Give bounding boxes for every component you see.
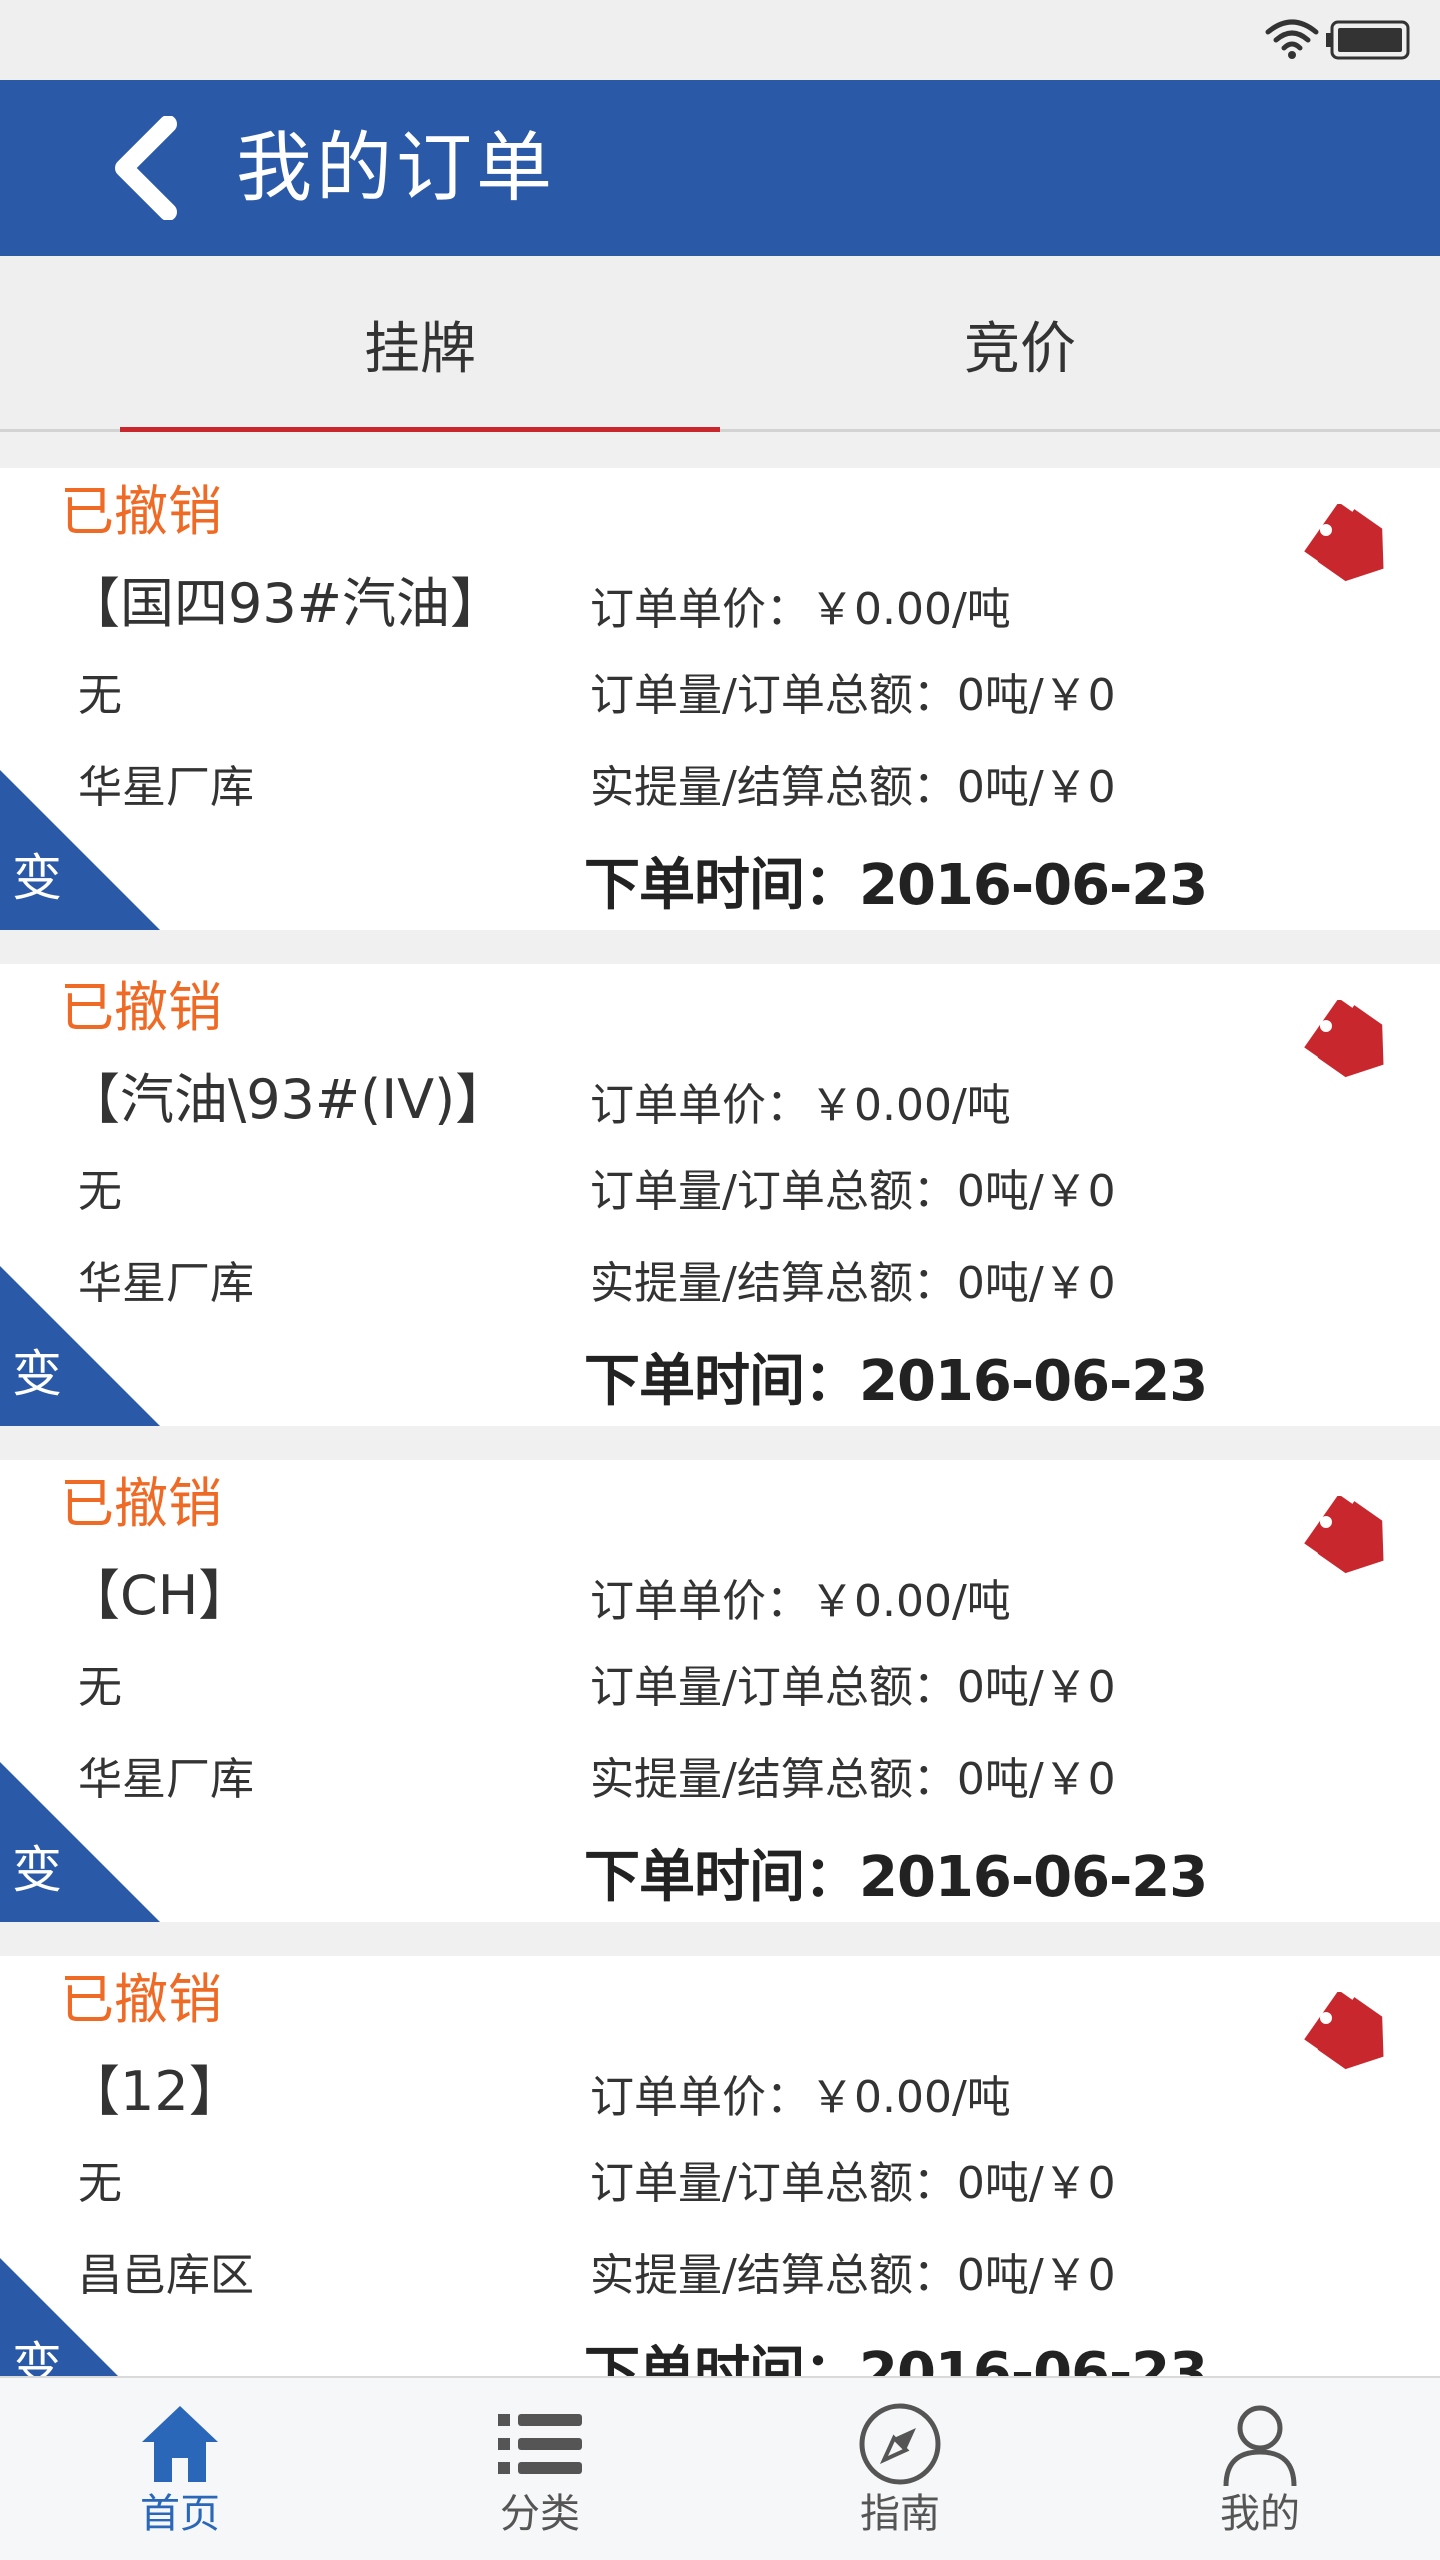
order-card[interactable]: 已撤销 【12】 订单单价：￥0.00/吨 无 订单量/订单总额：0吨/￥0 昌… <box>0 1956 1440 2418</box>
compass-icon <box>859 2403 941 2485</box>
order-note: 无 <box>78 1662 122 1713</box>
unit-price: 订单单价：￥0.00/吨 <box>590 1576 1011 1627</box>
status-bar <box>0 0 1440 80</box>
settlement-amount: 实提量/结算总额：0吨/￥0 <box>590 2250 1116 2301</box>
change-label: 变 <box>12 1345 62 1403</box>
unit-price: 订单单价：￥0.00/吨 <box>590 2072 1011 2123</box>
nav-category[interactable]: 分类 <box>360 2378 720 2560</box>
tag-icon <box>1304 1496 1384 1574</box>
bottom-nav: 首页 分类 指南 我的 <box>0 2376 1440 2560</box>
tag-icon <box>1304 1000 1384 1078</box>
order-status: 已撤销 <box>60 480 222 543</box>
order-card[interactable]: 已撤销 【汽油\93#(IV)】 订单单价：￥0.00/吨 无 订单量/订单总额… <box>0 964 1440 1426</box>
tag-icon <box>1304 1992 1384 2070</box>
order-card[interactable]: 已撤销 【国四93#汽油】 订单单价：￥0.00/吨 无 订单量/订单总额：0吨… <box>0 468 1440 930</box>
unit-price: 订单单价：￥0.00/吨 <box>590 584 1011 635</box>
order-status: 已撤销 <box>60 976 222 1039</box>
user-icon <box>1223 2405 1297 2487</box>
battery-icon <box>1326 20 1410 60</box>
order-status: 已撤销 <box>60 1472 222 1535</box>
order-amount: 订单量/订单总额：0吨/￥0 <box>590 2158 1116 2209</box>
order-amount: 订单量/订单总额：0吨/￥0 <box>590 670 1116 721</box>
product-name: 【国四93#汽油】 <box>66 572 504 635</box>
nav-home[interactable]: 首页 <box>0 2378 360 2560</box>
wifi-icon <box>1265 19 1319 59</box>
order-note: 无 <box>78 2158 122 2209</box>
order-status: 已撤销 <box>60 1968 222 2031</box>
order-card[interactable]: 已撤销 【CH】 订单单价：￥0.00/吨 无 订单量/订单总额：0吨/￥0 华… <box>0 1460 1440 1922</box>
page-title: 我的订单 <box>236 123 556 212</box>
change-label: 变 <box>12 1841 62 1899</box>
change-label: 变 <box>12 849 62 907</box>
product-name: 【汽油\93#(IV)】 <box>66 1068 510 1131</box>
order-time: 下单时间：2016-06-23 14:07:13 <box>584 1845 1208 1922</box>
order-time: 下单时间：2016-06-23 14:54:08 <box>584 853 1208 930</box>
product-name: 【CH】 <box>66 1564 253 1627</box>
tab-bidding[interactable]: 竞价 <box>720 256 1320 432</box>
back-icon[interactable] <box>100 116 200 220</box>
order-note: 无 <box>78 1166 122 1217</box>
order-time: 下单时间：2016-06-23 14:11:11 <box>584 1349 1208 1426</box>
nav-guide-label: 指南 <box>860 2491 940 2537</box>
tag-icon <box>1304 504 1384 582</box>
order-amount: 订单量/订单总额：0吨/￥0 <box>590 1166 1116 1217</box>
nav-mine[interactable]: 我的 <box>1080 2378 1440 2560</box>
active-tab-indicator <box>120 427 720 432</box>
unit-price: 订单单价：￥0.00/吨 <box>590 1080 1011 1131</box>
nav-home-label: 首页 <box>140 2491 220 2537</box>
settlement-amount: 实提量/结算总额：0吨/￥0 <box>590 762 1116 813</box>
order-note: 无 <box>78 670 122 721</box>
settlement-amount: 实提量/结算总额：0吨/￥0 <box>590 1258 1116 1309</box>
settlement-amount: 实提量/结算总额：0吨/￥0 <box>590 1754 1116 1805</box>
app-header: 我的订单 <box>0 80 1440 256</box>
tab-bar: 挂牌 竞价 <box>0 256 1440 432</box>
nav-guide[interactable]: 指南 <box>720 2378 1080 2560</box>
list-icon <box>498 2414 582 2474</box>
tab-listing[interactable]: 挂牌 <box>120 256 720 432</box>
product-name: 【12】 <box>66 2060 243 2123</box>
order-amount: 订单量/订单总额：0吨/￥0 <box>590 1662 1116 1713</box>
home-icon <box>142 2406 218 2482</box>
nav-category-label: 分类 <box>500 2491 580 2537</box>
nav-mine-label: 我的 <box>1220 2491 1300 2537</box>
